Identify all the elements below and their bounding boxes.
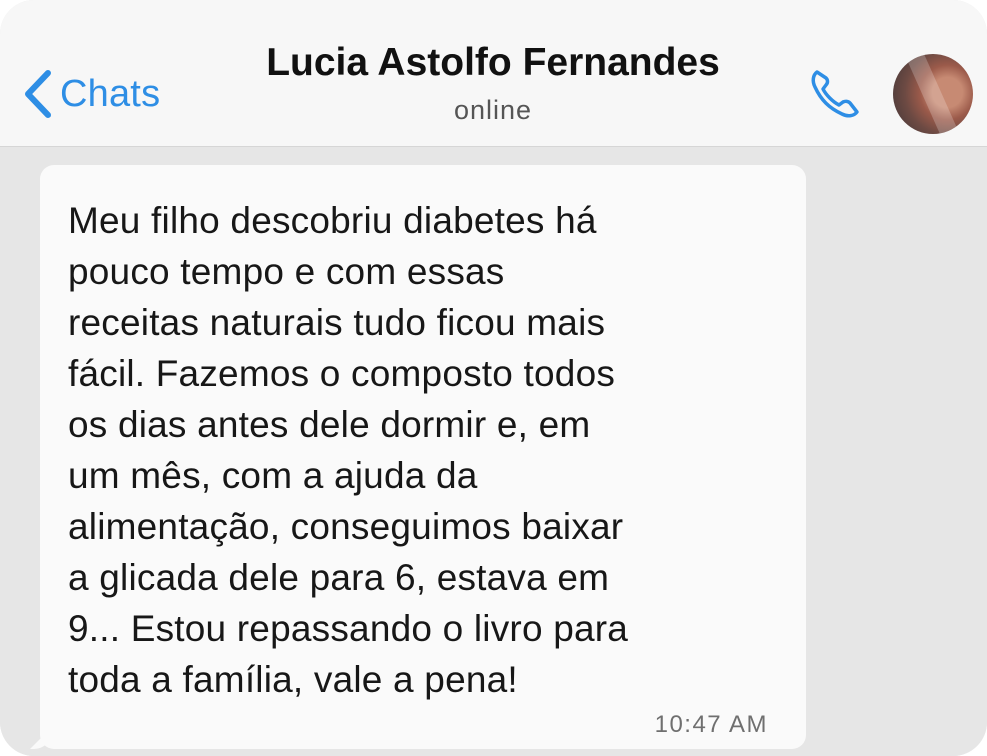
- message-line: receitas naturais tudo ficou mais: [68, 302, 606, 343]
- chevron-left-icon: [22, 68, 54, 120]
- message-line: Meu filho descobriu diabetes há: [68, 200, 597, 241]
- message-timestamp: 10:47 AM: [654, 711, 768, 738]
- message-line: alimentação, conseguimos baixar: [68, 506, 624, 547]
- chat-screen: Chats Lucia Astolfo Fernandes online Meu…: [0, 0, 987, 756]
- message-line: a glicada dele para 6, estava em: [68, 557, 610, 598]
- message-line: um mês, com a ajuda da: [68, 455, 478, 496]
- message-line: 9... Estou repassando o livro para: [68, 608, 629, 649]
- message-line: os dias antes dele dormir e, em: [68, 404, 591, 445]
- message-line: pouco tempo e com essas: [68, 251, 505, 292]
- back-button[interactable]: Chats: [22, 66, 160, 122]
- chat-header: Chats Lucia Astolfo Fernandes online: [0, 0, 987, 147]
- contact-status: online: [453, 94, 533, 125]
- incoming-message-bubble[interactable]: Meu filho descobriu diabetes há pouco te…: [40, 165, 806, 749]
- message-line: fácil. Fazemos o composto todos: [68, 353, 616, 394]
- call-button[interactable]: [804, 64, 864, 124]
- phone-icon: [804, 70, 864, 128]
- message-text: Meu filho descobriu diabetes há pouco te…: [68, 195, 758, 705]
- message-line: toda a família, vale a pena!: [68, 659, 518, 700]
- contact-name: Lucia Astolfo Fernandes: [266, 41, 720, 84]
- avatar[interactable]: [893, 54, 973, 134]
- chat-area: Meu filho descobriu diabetes há pouco te…: [0, 147, 987, 756]
- contact-title[interactable]: Lucia Astolfo Fernandes online: [220, 41, 766, 126]
- back-label: Chats: [60, 73, 161, 115]
